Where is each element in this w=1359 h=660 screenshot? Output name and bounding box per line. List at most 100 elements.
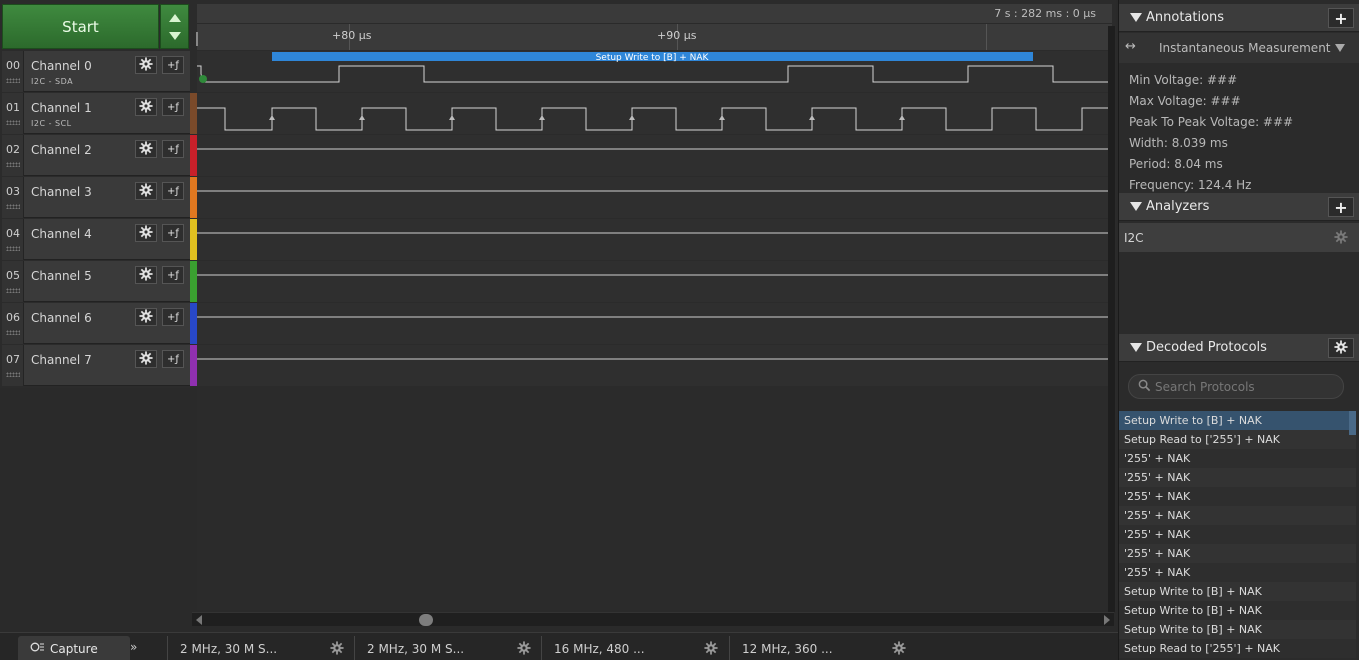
- channel-settings-button[interactable]: [135, 56, 157, 74]
- decoded-protocol-item[interactable]: '255' + NAK: [1119, 468, 1356, 487]
- measurement-select[interactable]: ↔ Instantaneous Measurement: [1119, 33, 1359, 63]
- channel-settings-button[interactable]: [135, 140, 157, 158]
- channel-number-box[interactable]: 07: [2, 345, 24, 386]
- drag-grip-icon[interactable]: [6, 162, 20, 167]
- session-tab[interactable]: 2 MHz, 30 M S...: [167, 636, 354, 660]
- gear-icon[interactable]: [704, 641, 718, 658]
- time-ruler[interactable]: 7 s : 282 ms : 0 µs +80 µs +90 µs: [196, 4, 1112, 50]
- decoded-protocol-item[interactable]: Setup Read to ['255'] + NAK: [1119, 430, 1356, 449]
- session-tab-label: 12 MHz, 360 ...: [742, 641, 833, 656]
- add-analyzer-button[interactable]: +: [1328, 197, 1354, 217]
- channel-name[interactable]: Channel 0: [31, 59, 92, 73]
- channel-row[interactable]: 07 Channel 7 +ƒ: [2, 345, 190, 386]
- waveform-area[interactable]: Setup Write to [B] + NAK: [197, 50, 1108, 388]
- channel-row[interactable]: 00 Channel 0 I2C - SDA +ƒ: [2, 51, 190, 92]
- channel-trigger-button[interactable]: +ƒ: [162, 182, 184, 200]
- channel-name[interactable]: Channel 2: [31, 143, 92, 157]
- collapse-triangle-icon[interactable]: [1130, 202, 1142, 211]
- decoded-protocol-item[interactable]: '255' + NAK: [1119, 506, 1356, 525]
- collapse-triangle-icon[interactable]: [1130, 343, 1142, 352]
- channel-trigger-button[interactable]: +ƒ: [162, 308, 184, 326]
- drag-grip-icon[interactable]: [6, 330, 20, 335]
- scroll-right-icon[interactable]: [1104, 615, 1110, 625]
- channel-name[interactable]: Channel 1: [31, 101, 92, 115]
- trigger-marker[interactable]: [199, 75, 207, 83]
- timeline-vertical-scrollbar[interactable]: [1108, 26, 1115, 612]
- gear-icon[interactable]: [892, 641, 906, 658]
- ruler-left-handle[interactable]: [196, 32, 198, 46]
- decoded-protocols-list[interactable]: Setup Write to [B] + NAK Setup Read to ['…: [1119, 411, 1356, 660]
- channel-settings-button[interactable]: [135, 350, 157, 368]
- drag-grip-icon[interactable]: [6, 372, 20, 377]
- decoded-protocol-item[interactable]: '255' + NAK: [1119, 544, 1356, 563]
- scroll-left-icon[interactable]: [196, 615, 202, 625]
- more-tabs-icon[interactable]: »: [130, 640, 137, 654]
- channel-row[interactable]: 03 Channel 3 +ƒ: [2, 177, 190, 218]
- search-protocols-input[interactable]: [1155, 379, 1335, 395]
- add-annotation-button[interactable]: +: [1328, 8, 1354, 28]
- decoded-protocol-item[interactable]: Setup Read to ['255'] + NAK: [1119, 639, 1356, 658]
- channel-name[interactable]: Channel 5: [31, 269, 92, 283]
- channel-name[interactable]: Channel 7: [31, 353, 92, 367]
- decoded-protocols-settings-button[interactable]: [1328, 338, 1354, 358]
- drag-grip-icon[interactable]: [6, 78, 20, 83]
- channel-number-box[interactable]: 04: [2, 219, 24, 260]
- session-tab[interactable]: 2 MHz, 30 M S...: [354, 636, 541, 660]
- channel-row[interactable]: 04 Channel 4 +ƒ: [2, 219, 190, 260]
- channel-number-box[interactable]: 05: [2, 261, 24, 302]
- channel-settings-button[interactable]: [135, 182, 157, 200]
- protocols-scrollbar[interactable]: [1349, 411, 1356, 435]
- channel-name[interactable]: Channel 6: [31, 311, 92, 325]
- channel-settings-button[interactable]: [135, 98, 157, 116]
- gear-icon: [139, 308, 153, 326]
- channel-trigger-button[interactable]: +ƒ: [162, 350, 184, 368]
- channel-number-box[interactable]: 01: [2, 93, 24, 134]
- channel-trigger-button[interactable]: +ƒ: [162, 56, 184, 74]
- drag-grip-icon[interactable]: [6, 204, 20, 209]
- decoded-protocols-header[interactable]: Decoded Protocols: [1119, 334, 1359, 362]
- channel-number-box[interactable]: 00: [2, 51, 24, 92]
- decoded-protocol-item[interactable]: '255' + NAK: [1119, 563, 1356, 582]
- analyzers-header[interactable]: Analyzers +: [1119, 193, 1359, 221]
- channel-row[interactable]: 05 Channel 5 +ƒ: [2, 261, 190, 302]
- channel-row[interactable]: 01 Channel 1 I2C - SCL +ƒ: [2, 93, 190, 134]
- channel-name[interactable]: Channel 3: [31, 185, 92, 199]
- annotations-header[interactable]: Annotations +: [1119, 4, 1359, 32]
- channel-trigger-button[interactable]: +ƒ: [162, 266, 184, 284]
- channel-number-box[interactable]: 02: [2, 135, 24, 176]
- channel-number-box[interactable]: 06: [2, 303, 24, 344]
- channel-name[interactable]: Channel 4: [31, 227, 92, 241]
- decoded-protocol-item[interactable]: Setup Write to [B] + NAK: [1119, 411, 1356, 430]
- channel-trigger-button[interactable]: +ƒ: [162, 98, 184, 116]
- timeline-horizontal-scrollbar[interactable]: [192, 612, 1114, 626]
- gear-icon[interactable]: [1334, 230, 1348, 247]
- channel-trigger-button[interactable]: +ƒ: [162, 140, 184, 158]
- collapse-triangle-icon[interactable]: [1130, 13, 1142, 22]
- channel-number-box[interactable]: 03: [2, 177, 24, 218]
- decoded-protocol-item[interactable]: '255' + NAK: [1119, 487, 1356, 506]
- drag-grip-icon[interactable]: [6, 120, 20, 125]
- search-protocols-box[interactable]: [1128, 374, 1344, 399]
- channel-settings-button[interactable]: [135, 266, 157, 284]
- gear-icon[interactable]: [330, 641, 344, 658]
- analyzer-item[interactable]: I2C: [1119, 223, 1359, 252]
- decoded-protocol-item[interactable]: '255' + NAK: [1119, 449, 1356, 468]
- drag-grip-icon[interactable]: [6, 288, 20, 293]
- channel-settings-button[interactable]: [135, 308, 157, 326]
- start-options-button[interactable]: [160, 4, 189, 49]
- session-tab[interactable]: 16 MHz, 480 ...: [541, 636, 728, 660]
- scroll-thumb[interactable]: [419, 614, 433, 626]
- gear-icon[interactable]: [517, 641, 531, 658]
- channel-row[interactable]: 02 Channel 2 +ƒ: [2, 135, 190, 176]
- decoded-protocol-item[interactable]: Setup Write to [B] + NAK: [1119, 582, 1356, 601]
- channel-trigger-button[interactable]: +ƒ: [162, 224, 184, 242]
- tab-capture[interactable]: Capture: [18, 636, 130, 660]
- drag-grip-icon[interactable]: [6, 246, 20, 251]
- channel-row[interactable]: 06 Channel 6 +ƒ: [2, 303, 190, 344]
- decoded-protocol-item[interactable]: Setup Write to [B] + NAK: [1119, 601, 1356, 620]
- start-button[interactable]: Start: [2, 4, 159, 49]
- session-tab[interactable]: 12 MHz, 360 ...: [729, 636, 916, 660]
- decoded-protocol-item[interactable]: '255' + NAK: [1119, 525, 1356, 544]
- channel-settings-button[interactable]: [135, 224, 157, 242]
- decoded-protocol-item[interactable]: Setup Write to [B] + NAK: [1119, 620, 1356, 639]
